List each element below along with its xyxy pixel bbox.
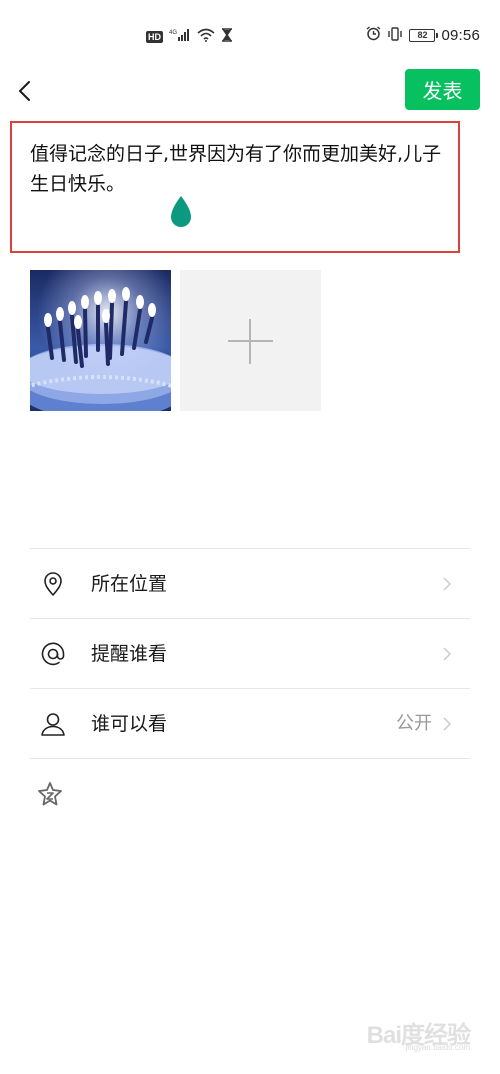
compose-text-input[interactable]: 值得记念的日子,世界因为有了你而更加美好,儿子生日快乐。	[30, 139, 450, 199]
status-right: 82 09:56	[366, 26, 480, 45]
status-bar: HD 4G 82 09:56	[0, 0, 500, 72]
nav-bar: 发表	[0, 68, 500, 114]
watermark-sub: jingyan.baidu.com	[405, 1043, 470, 1052]
plus-icon-vertical	[249, 319, 251, 364]
option-mention[interactable]: 提醒谁看	[30, 619, 470, 688]
option-location[interactable]: 所在位置	[30, 549, 470, 618]
option-label: 谁可以看	[91, 713, 168, 735]
at-sign-icon	[41, 642, 65, 666]
visibility-value: 公开	[396, 713, 432, 734]
options-list: 所在位置 提醒谁看 谁可以看 公开	[30, 548, 470, 759]
hourglass-icon	[221, 27, 233, 46]
svg-text:4G: 4G	[169, 30, 177, 36]
person-icon	[41, 713, 65, 736]
watermark: Bai度经验 jingyan.baidu.com	[367, 1015, 471, 1052]
publish-button[interactable]: 发表	[405, 69, 480, 110]
back-button[interactable]	[12, 74, 42, 108]
option-label: 所在位置	[91, 573, 168, 595]
alarm-icon	[366, 26, 381, 45]
location-pin-icon	[44, 572, 62, 596]
status-left: HD 4G	[146, 27, 233, 46]
chevron-right-icon	[443, 647, 452, 661]
photo-thumbnail[interactable]	[30, 270, 171, 411]
star-icon	[38, 782, 62, 806]
compose-box[interactable]: 值得记念的日子,世界因为有了你而更加美好,儿子生日快乐。	[10, 121, 460, 253]
status-time: 09:56	[441, 27, 480, 44]
chevron-left-icon	[19, 81, 30, 101]
star-button[interactable]	[36, 780, 64, 808]
text-cursor-handle-icon[interactable]	[168, 195, 194, 229]
photo-grid	[30, 270, 321, 411]
divider	[30, 758, 470, 759]
chevron-right-icon	[443, 717, 452, 731]
chevron-right-icon	[443, 577, 452, 591]
wifi-icon	[197, 27, 215, 46]
signal-icon: 4G	[169, 27, 191, 46]
battery-icon: 82	[409, 29, 439, 42]
add-photo-button[interactable]	[180, 270, 321, 411]
vibrate-icon	[387, 26, 403, 45]
option-label: 提醒谁看	[91, 643, 168, 665]
birthday-cake-image	[30, 270, 171, 411]
hd-badge: HD	[146, 30, 163, 43]
option-visibility[interactable]: 谁可以看 公开	[30, 689, 470, 758]
